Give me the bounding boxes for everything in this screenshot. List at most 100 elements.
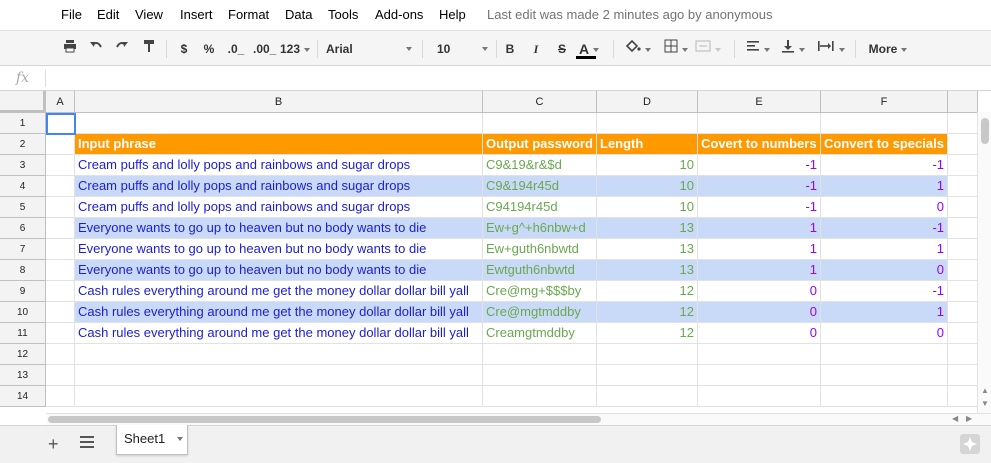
cell-d7[interactable]: 13 [597,239,698,260]
cell-f6[interactable]: -1 [821,218,948,239]
cell-f2[interactable]: Convert to specials [821,134,948,155]
cell-g4[interactable] [948,176,978,197]
cell-b8[interactable]: Everyone wants to go up to heaven but no… [75,260,483,281]
cell-b5[interactable]: Cream puffs and lolly pops and rainbows … [75,197,483,218]
cell-e10[interactable]: 0 [698,302,821,323]
column-header-g[interactable] [948,91,978,113]
scroll-right-icon[interactable]: ▶ [966,414,972,423]
cell-b12[interactable] [75,344,483,365]
row-header-1[interactable]: 1 [0,113,46,134]
menu-file[interactable]: File [61,7,82,22]
cell-b11[interactable]: Cash rules everything around me get the … [75,323,483,344]
cell-a12[interactable] [46,344,75,365]
text-color-button[interactable]: A [576,39,602,59]
cell-f12[interactable] [821,344,948,365]
cell-d8[interactable]: 13 [597,260,698,281]
all-sheets-icon[interactable] [80,436,94,451]
cell-d10[interactable]: 12 [597,302,698,323]
font-size-select[interactable]: 10 [437,39,488,59]
cell-c3[interactable]: C9&19&r&$d [483,155,597,176]
cell-e6[interactable]: 1 [698,218,821,239]
column-header-e[interactable]: E [698,91,821,113]
scroll-down-icon[interactable]: ▼ [981,399,989,408]
row-header-5[interactable]: 5 [0,197,46,218]
cell-c11[interactable]: Creamgtmddby [483,323,597,344]
sheet-tab-sheet1[interactable]: Sheet1 [116,425,188,455]
percent-button[interactable]: % [202,39,216,59]
cell-g13[interactable] [948,365,978,386]
vertical-scroll-thumb[interactable] [981,118,989,144]
currency-button[interactable]: $ [178,39,190,59]
cell-f10[interactable]: 1 [821,302,948,323]
cell-a3[interactable] [46,155,75,176]
cell-b4[interactable]: Cream puffs and lolly pops and rainbows … [75,176,483,197]
cell-g9[interactable] [948,281,978,302]
menu-format[interactable]: Format [228,7,269,22]
menu-addons[interactable]: Add-ons [375,7,423,22]
vertical-scrollbar[interactable]: ▲ ▼ [977,112,991,413]
print-icon[interactable] [62,39,78,59]
cell-a14[interactable] [46,386,75,407]
row-header-13[interactable]: 13 [0,365,46,386]
cell-d6[interactable]: 13 [597,218,698,239]
cell-a5[interactable] [46,197,75,218]
column-header-f[interactable]: F [821,91,948,113]
menu-edit[interactable]: Edit [97,7,119,22]
column-header-c[interactable]: C [483,91,597,113]
cell-g10[interactable] [948,302,978,323]
cell-g5[interactable] [948,197,978,218]
select-all-corner[interactable] [0,91,46,113]
cell-b3[interactable]: Cream puffs and lolly pops and rainbows … [75,155,483,176]
cell-b13[interactable] [75,365,483,386]
cell-d11[interactable]: 12 [597,323,698,344]
cell-a13[interactable] [46,365,75,386]
cell-g6[interactable] [948,218,978,239]
cell-a10[interactable] [46,302,75,323]
row-header-14[interactable]: 14 [0,386,46,407]
row-header-9[interactable]: 9 [0,281,46,302]
undo-icon[interactable] [88,39,104,59]
scroll-left-icon[interactable]: ◀ [952,414,958,423]
more-button[interactable]: More [865,39,911,59]
cell-g14[interactable] [948,386,978,407]
cell-c2[interactable]: Output password [483,134,597,155]
cell-e4[interactable]: -1 [698,176,821,197]
cell-b6[interactable]: Everyone wants to go up to heaven but no… [75,218,483,239]
cell-c1[interactable] [483,113,597,134]
cell-d14[interactable] [597,386,698,407]
align-button[interactable] [744,39,772,59]
row-header-7[interactable]: 7 [0,239,46,260]
cell-g12[interactable] [948,344,978,365]
cell-c12[interactable] [483,344,597,365]
cell-d9[interactable]: 12 [597,281,698,302]
fill-color-button[interactable] [624,39,652,59]
menu-insert[interactable]: Insert [180,7,213,22]
redo-icon[interactable] [114,39,130,59]
menu-tools[interactable]: Tools [328,7,358,22]
cell-g11[interactable] [948,323,978,344]
borders-button[interactable] [662,39,690,59]
cell-e12[interactable] [698,344,821,365]
row-header-8[interactable]: 8 [0,260,46,281]
cell-c13[interactable] [483,365,597,386]
italic-button[interactable]: I [530,39,542,59]
cell-d1[interactable] [597,113,698,134]
cell-f14[interactable] [821,386,948,407]
cell-b9[interactable]: Cash rules everything around me get the … [75,281,483,302]
row-header-6[interactable]: 6 [0,218,46,239]
cell-c5[interactable]: C94194r45d [483,197,597,218]
formula-input[interactable] [52,71,982,87]
more-formats-button[interactable]: 123 [278,39,312,59]
cell-f8[interactable]: 0 [821,260,948,281]
cell-b7[interactable]: Everyone wants to go up to heaven but no… [75,239,483,260]
menu-help[interactable]: Help [439,7,466,22]
cell-f5[interactable]: 0 [821,197,948,218]
row-header-10[interactable]: 10 [0,302,46,323]
cell-e1[interactable] [698,113,821,134]
cell-b2[interactable]: Input phrase [75,134,483,155]
cell-a7[interactable] [46,239,75,260]
cell-a2[interactable] [46,134,75,155]
cell-e5[interactable]: -1 [698,197,821,218]
cell-e7[interactable]: 1 [698,239,821,260]
vertical-align-button[interactable] [779,39,807,59]
